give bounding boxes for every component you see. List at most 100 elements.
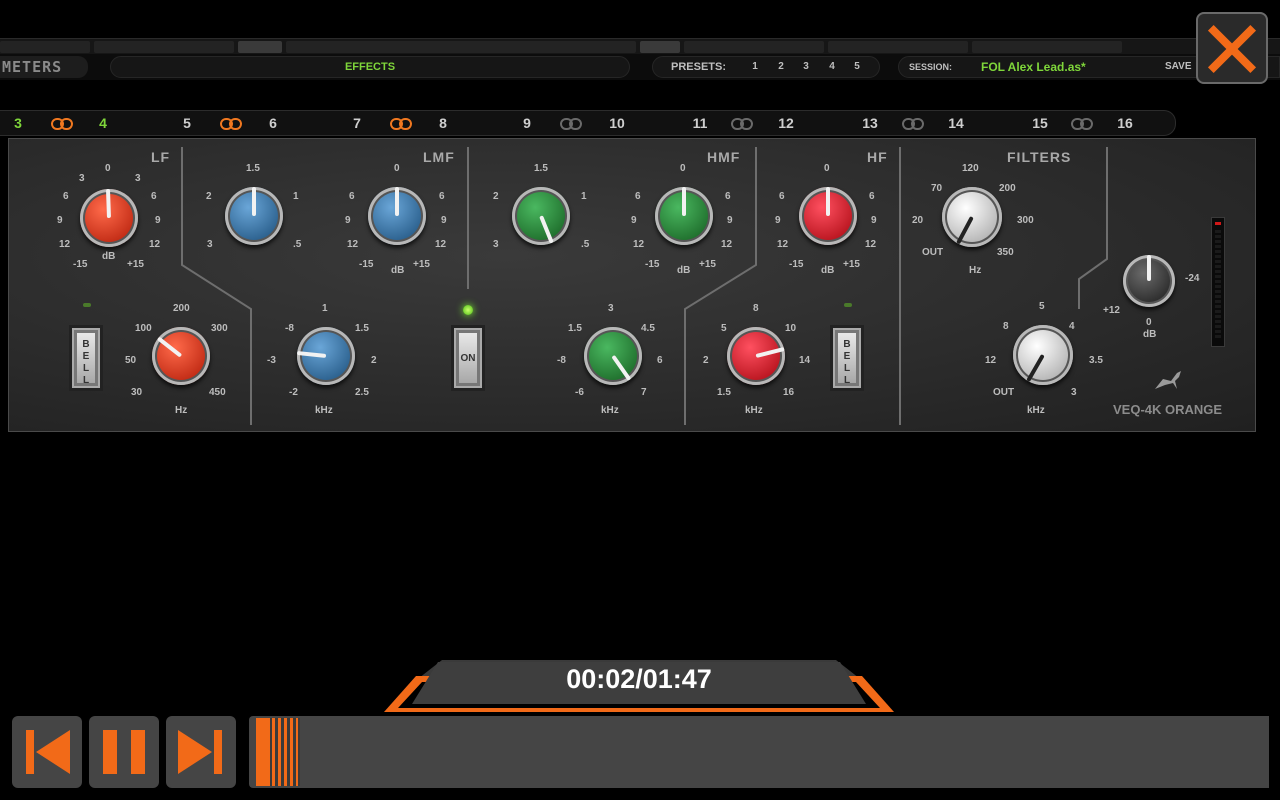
scale-label: 3.5 — [1089, 355, 1103, 366]
preset-4-button[interactable]: 4 — [826, 57, 838, 77]
meter-segment — [1215, 285, 1221, 288]
link-icon[interactable] — [220, 118, 242, 130]
skip-back-icon — [26, 730, 70, 774]
session-name[interactable]: FOL Alex Lead.as* — [981, 57, 1086, 77]
channel-10[interactable]: 10 — [602, 115, 632, 131]
channel-16[interactable]: 16 — [1110, 115, 1140, 131]
lf-bell-switch[interactable]: BELL — [69, 325, 103, 391]
meters-tab[interactable]: METERS — [0, 56, 88, 78]
hf-gain-knob[interactable] — [799, 187, 857, 245]
scale-label: 1 — [322, 303, 328, 314]
scale-label: 0 — [1146, 317, 1152, 328]
on-switch-label: ON — [459, 333, 477, 383]
link-icon[interactable] — [902, 118, 924, 130]
lf-freq-knob[interactable] — [152, 327, 210, 385]
scale-label: 12 — [721, 239, 733, 250]
scale-label: 6 — [869, 191, 875, 202]
scale-label: 300 — [1017, 215, 1034, 226]
hpf-knob[interactable] — [942, 187, 1002, 247]
scale-label: 450 — [209, 387, 226, 398]
channel-9[interactable]: 9 — [512, 115, 542, 131]
channel-7[interactable]: 7 — [342, 115, 372, 131]
hmf-q-knob[interactable] — [512, 187, 570, 245]
scale-label: 9 — [871, 215, 877, 226]
lmf-gain-knob[interactable] — [368, 187, 426, 245]
unit-label: dB — [677, 265, 691, 276]
meter-segment — [1215, 330, 1221, 333]
scale-label: -8 — [285, 323, 294, 334]
preset-5-button[interactable]: 5 — [851, 57, 863, 77]
meter-segment — [1215, 320, 1221, 323]
unit-label: Hz — [969, 265, 982, 276]
meter-segment — [1215, 310, 1221, 313]
meter-segment — [1215, 335, 1221, 338]
scale-label: -15 — [789, 259, 804, 270]
antelope-logo-icon — [1155, 371, 1181, 389]
link-icon[interactable] — [390, 118, 412, 130]
channel-5[interactable]: 5 — [172, 115, 202, 131]
scale-label: 12 — [59, 239, 71, 250]
scale-label: 1.5 — [534, 163, 548, 174]
output-gain-knob[interactable] — [1123, 255, 1175, 307]
close-button[interactable] — [1196, 12, 1268, 84]
lf-gain-knob[interactable] — [80, 188, 138, 247]
plugin-brand: VEQ-4K ORANGE — [1113, 402, 1223, 417]
meter-segment — [1215, 230, 1221, 233]
playback-time: 00:02/01:47 — [566, 664, 712, 694]
hf-bell-switch[interactable]: BELL — [830, 325, 864, 391]
scale-label: 12 — [777, 239, 789, 250]
strip-segment — [828, 41, 968, 53]
seek-handle[interactable] — [256, 718, 300, 786]
channel-14[interactable]: 14 — [941, 115, 971, 131]
meter-segment — [1215, 250, 1221, 253]
channel-13[interactable]: 13 — [855, 115, 885, 131]
hmf-gain-knob[interactable] — [655, 187, 713, 245]
save-button[interactable]: SAVE — [1165, 57, 1192, 77]
hmf-freq-knob[interactable] — [584, 327, 642, 385]
output-level-meter — [1211, 217, 1225, 347]
scale-label: 12 — [149, 239, 161, 250]
pause-button[interactable] — [89, 716, 159, 788]
scale-label: 6 — [63, 191, 69, 202]
preset-1-button[interactable]: 1 — [749, 57, 761, 77]
seek-bar[interactable] — [249, 716, 1269, 788]
scale-label: 3 — [135, 173, 141, 184]
scale-label: -15 — [359, 259, 374, 270]
scale-label: 9 — [345, 215, 351, 226]
unit-label: Hz — [175, 405, 188, 416]
preset-2-button[interactable]: 2 — [775, 57, 787, 77]
unit-label: kHz — [315, 405, 333, 416]
scale-label: 9 — [441, 215, 447, 226]
next-button[interactable] — [166, 716, 236, 788]
lpf-knob[interactable] — [1013, 325, 1073, 385]
scale-label: 4 — [1069, 321, 1075, 332]
eq-on-switch[interactable]: ON — [451, 325, 485, 391]
lmf-q-knob[interactable] — [225, 187, 283, 245]
channel-12[interactable]: 12 — [771, 115, 801, 131]
meter-segment — [1215, 315, 1221, 318]
scale-label: 6 — [635, 191, 641, 202]
hf-freq-knob[interactable] — [727, 327, 785, 385]
lmf-freq-knob[interactable] — [296, 327, 355, 385]
channel-15[interactable]: 15 — [1025, 115, 1055, 131]
previous-button[interactable] — [12, 716, 82, 788]
channel-6[interactable]: 6 — [258, 115, 288, 131]
channel-3[interactable]: 3 — [3, 115, 33, 131]
channel-11[interactable]: 11 — [685, 115, 715, 131]
link-icon[interactable] — [51, 118, 73, 130]
scale-label: 3 — [207, 239, 213, 250]
link-icon[interactable] — [1071, 118, 1093, 130]
hf-bell-led — [844, 303, 852, 307]
scale-label: 3 — [493, 239, 499, 250]
unit-label: dB — [102, 251, 116, 262]
scale-label: 12 — [865, 239, 877, 250]
preset-3-button[interactable]: 3 — [800, 57, 812, 77]
channel-4[interactable]: 4 — [88, 115, 118, 131]
link-icon[interactable] — [731, 118, 753, 130]
scale-label: 12 — [985, 355, 997, 366]
channel-8[interactable]: 8 — [428, 115, 458, 131]
scale-label: 2 — [703, 355, 709, 366]
effects-tab[interactable]: EFFECTS — [110, 56, 630, 78]
scale-label: 10 — [785, 323, 797, 334]
link-icon[interactable] — [560, 118, 582, 130]
